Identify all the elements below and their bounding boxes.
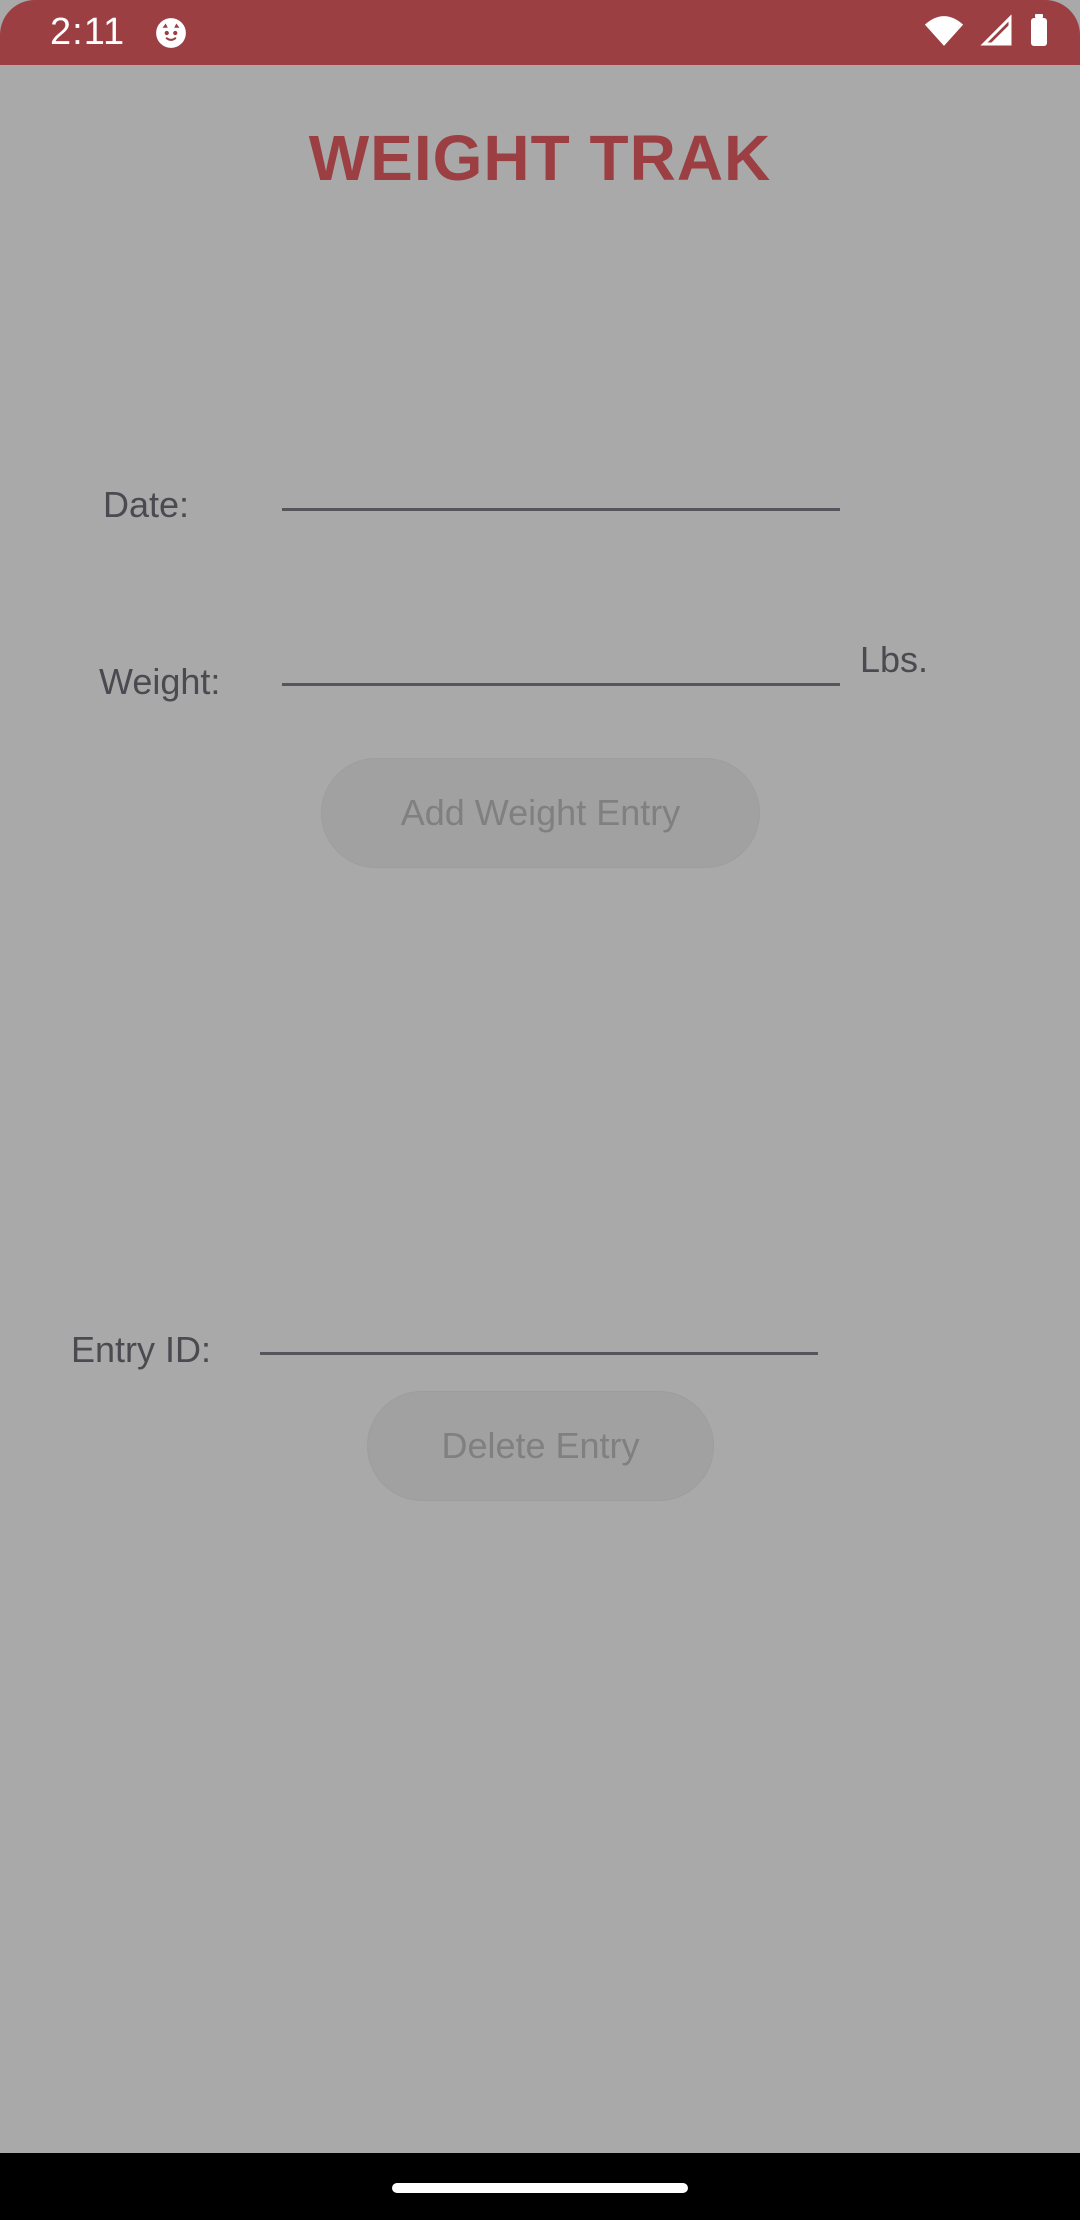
status-time: 2:11: [50, 11, 126, 53]
weight-field[interactable]: [282, 645, 840, 686]
date-field[interactable]: [282, 470, 840, 511]
weight-units-label: Lbs.: [860, 639, 929, 680]
cell-signal-icon: [980, 13, 1014, 53]
entry-id-label: Entry ID:: [71, 1329, 212, 1370]
date-label: Date:: [103, 484, 190, 525]
status-bar: 2:11: [0, 0, 1080, 65]
status-icons: [922, 13, 1050, 53]
cat-icon: [154, 16, 188, 50]
app-title: WEIGHT TRAK: [308, 122, 772, 194]
delete-entry-button[interactable]: Delete Entry: [367, 1391, 714, 1501]
battery-icon: [1028, 13, 1050, 53]
navigation-bar: [0, 2153, 1080, 2220]
add-weight-entry-button[interactable]: Add Weight Entry: [321, 758, 760, 868]
wifi-icon: [922, 14, 966, 53]
weight-label: Weight:: [99, 661, 221, 702]
home-indicator[interactable]: [392, 2183, 688, 2193]
entry-id-field[interactable]: [260, 1314, 818, 1355]
